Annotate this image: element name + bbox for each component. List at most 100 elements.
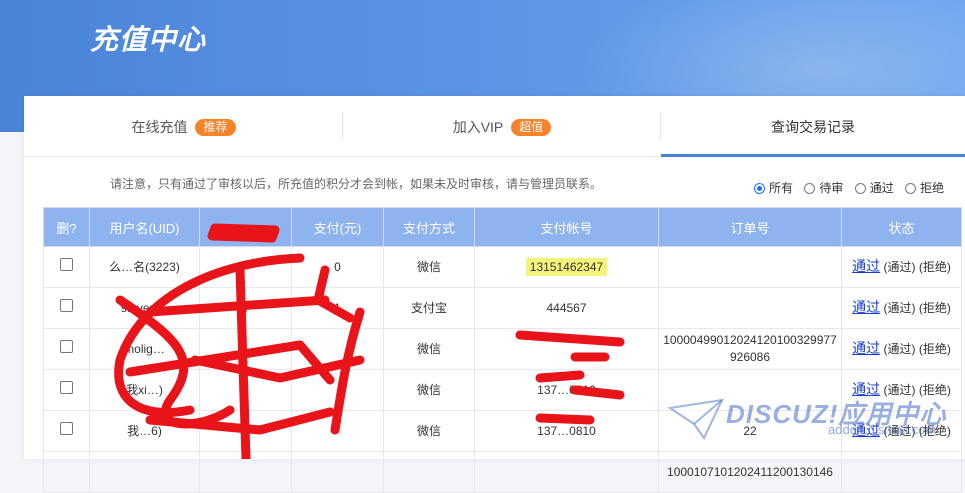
delete-checkbox[interactable] xyxy=(60,258,73,271)
status-cell: 通过 (通过) (拒绝) xyxy=(841,287,962,329)
username-cell: molig… xyxy=(89,328,200,370)
status-cell: 通过 (通过) (拒绝) xyxy=(841,410,962,452)
approve-action[interactable]: (通过) xyxy=(884,424,916,438)
delete-checkbox[interactable] xyxy=(60,422,73,435)
filter-label: 通过 xyxy=(869,181,894,195)
table-row: 100010710120241120013014​6 xyxy=(43,451,962,493)
table-row: molig… 微信 100004990120241201003299​77926… xyxy=(43,328,962,370)
amount-cell: ) xyxy=(199,287,292,329)
status-link[interactable]: 通过 xyxy=(852,299,880,315)
account-cell: 13151462347 xyxy=(474,246,659,288)
reject-action[interactable]: (拒绝) xyxy=(919,260,951,274)
recommend-badge: 推荐 xyxy=(195,118,236,136)
approve-action[interactable]: (通过) xyxy=(884,342,916,356)
status-cell: 通过 (通过) (拒绝) xyxy=(841,328,962,370)
col-method: 支付方式 xyxy=(383,207,475,247)
account-cell xyxy=(474,328,659,370)
status-filter: 所有 待审 通过 拒绝 xyxy=(754,179,952,196)
status-link[interactable]: 通过 xyxy=(852,381,880,397)
delete-checkbox[interactable] xyxy=(60,340,73,353)
filter-label: 所有 xyxy=(769,181,794,195)
method-cell: 微信 xyxy=(383,328,475,370)
account-cell: 137…0810 xyxy=(474,410,659,452)
filter-label: 拒绝 xyxy=(920,181,945,195)
tab-label: 查询交易记录 xyxy=(771,119,855,135)
recharge-panel: 在线充值 推荐 加入VIP 超值 查询交易记录 请注意，只有通过了审核以后，所充值的… xyxy=(24,96,965,493)
method-cell: 微信 xyxy=(383,246,475,288)
col-account: 支付帐号 xyxy=(474,207,659,247)
delete-checkbox[interactable] xyxy=(60,299,73,312)
order-cell xyxy=(658,287,842,329)
account-cell: 444567 xyxy=(474,287,659,329)
delete-cell xyxy=(43,451,90,493)
col-username: 用户名(UID) xyxy=(89,207,200,247)
filter-label: 待审 xyxy=(819,181,844,195)
paid-cell xyxy=(291,451,384,493)
delete-cell xyxy=(43,369,90,411)
amount-cell xyxy=(199,328,292,370)
method-cell: 微信 xyxy=(383,369,475,411)
tab-label: 加入VIP xyxy=(452,119,504,135)
col-delete: 删? xyxy=(43,207,90,247)
page-title: 充值中心 xyxy=(90,24,207,55)
col-order: 订单号 xyxy=(658,207,842,247)
order-cell xyxy=(658,246,842,288)
radio-circle xyxy=(754,183,765,194)
approve-action[interactable]: (通过) xyxy=(884,383,916,397)
table-row: steven… ) 1 支付宝 444567 通过 (通过) (拒绝) xyxy=(43,287,962,329)
amount-cell xyxy=(199,246,292,288)
approve-action[interactable]: (通过) xyxy=(884,260,916,274)
col-amount xyxy=(199,207,292,247)
col-paid: 支付(元) xyxy=(291,207,384,247)
method-cell: 支付宝 xyxy=(383,287,475,329)
tab-join-vip[interactable]: 加入VIP 超值 xyxy=(343,96,661,156)
amount-cell xyxy=(199,369,292,411)
status-link[interactable]: 通过 xyxy=(852,422,880,438)
username-cell: steven… xyxy=(89,287,200,329)
table-header-row: 删? 用户名(UID) 支付(元) 支付方式 支付帐号 订单号 状态 xyxy=(43,207,962,247)
status-link[interactable]: 通过 xyxy=(852,258,880,274)
approve-action[interactable]: (通过) xyxy=(884,301,916,315)
tab-bar: 在线充值 推荐 加入VIP 超值 查询交易记录 xyxy=(24,96,965,157)
filter-all-radio[interactable]: 所有 xyxy=(754,179,793,196)
reject-action[interactable]: (拒绝) xyxy=(919,342,951,356)
reject-action[interactable]: (拒绝) xyxy=(919,424,951,438)
paid-cell xyxy=(291,410,384,452)
tab-label: 在线充值 xyxy=(131,119,188,135)
radio-circle xyxy=(905,183,917,194)
status-cell xyxy=(841,451,962,493)
tab-online-recharge[interactable]: 在线充值 推荐 xyxy=(24,96,343,156)
filter-passed-radio[interactable]: 通过 xyxy=(854,179,894,196)
tab-transaction-records[interactable]: 查询交易记录 xyxy=(661,96,965,157)
paid-cell xyxy=(291,369,384,411)
status-link[interactable]: 通过 xyxy=(852,340,880,356)
reject-action[interactable]: (拒绝) xyxy=(919,301,951,315)
account-cell: 137…0810 xyxy=(474,369,659,411)
table-row: 我xi…) 微信 137…0810 通过 (通过) (拒绝) xyxy=(43,369,962,411)
status-cell: 通过 (通过) (拒绝) xyxy=(841,246,962,288)
delete-checkbox[interactable] xyxy=(60,381,73,394)
delete-cell xyxy=(43,328,90,370)
delete-cell xyxy=(43,410,90,452)
col-status: 状态 xyxy=(841,207,962,247)
filter-rejected-radio[interactable]: 拒绝 xyxy=(905,179,944,196)
order-cell xyxy=(658,369,842,411)
table-row: 么…名(3223) 0 微信 13151462347 通过 (通过) (拒绝) xyxy=(43,246,962,288)
method-cell xyxy=(383,451,475,493)
filter-pending-radio[interactable]: 待审 xyxy=(804,179,843,196)
paid-cell: 1 xyxy=(291,287,384,329)
radio-circle xyxy=(854,183,866,194)
order-cell: 100004990120241201003299​77926086 xyxy=(658,328,842,370)
order-cell: 100010710120241120013014​6 xyxy=(658,451,842,493)
amount-cell: 0 xyxy=(199,410,292,452)
table-row: 我…6) 0 微信 137…0810 22 通过 (通过) (拒绝) xyxy=(43,410,962,452)
delete-cell xyxy=(43,287,90,329)
reject-action[interactable]: (拒绝) xyxy=(919,383,951,397)
transactions-table: 删? 用户名(UID) 支付(元) 支付方式 支付帐号 订单号 状态 么…名(3… xyxy=(43,207,962,493)
username-cell: 么…名(3223) xyxy=(89,246,200,288)
value-badge: 超值 xyxy=(511,118,552,136)
status-cell: 通过 (通过) (拒绝) xyxy=(841,369,962,411)
notice-text: 请注意，只有通过了审核以后，所充值的积分才会到帐，如果未及时审核，请与管理员联系… xyxy=(110,177,603,191)
paid-cell: 0 xyxy=(291,246,384,288)
account-value: 13151462347 xyxy=(525,257,608,276)
